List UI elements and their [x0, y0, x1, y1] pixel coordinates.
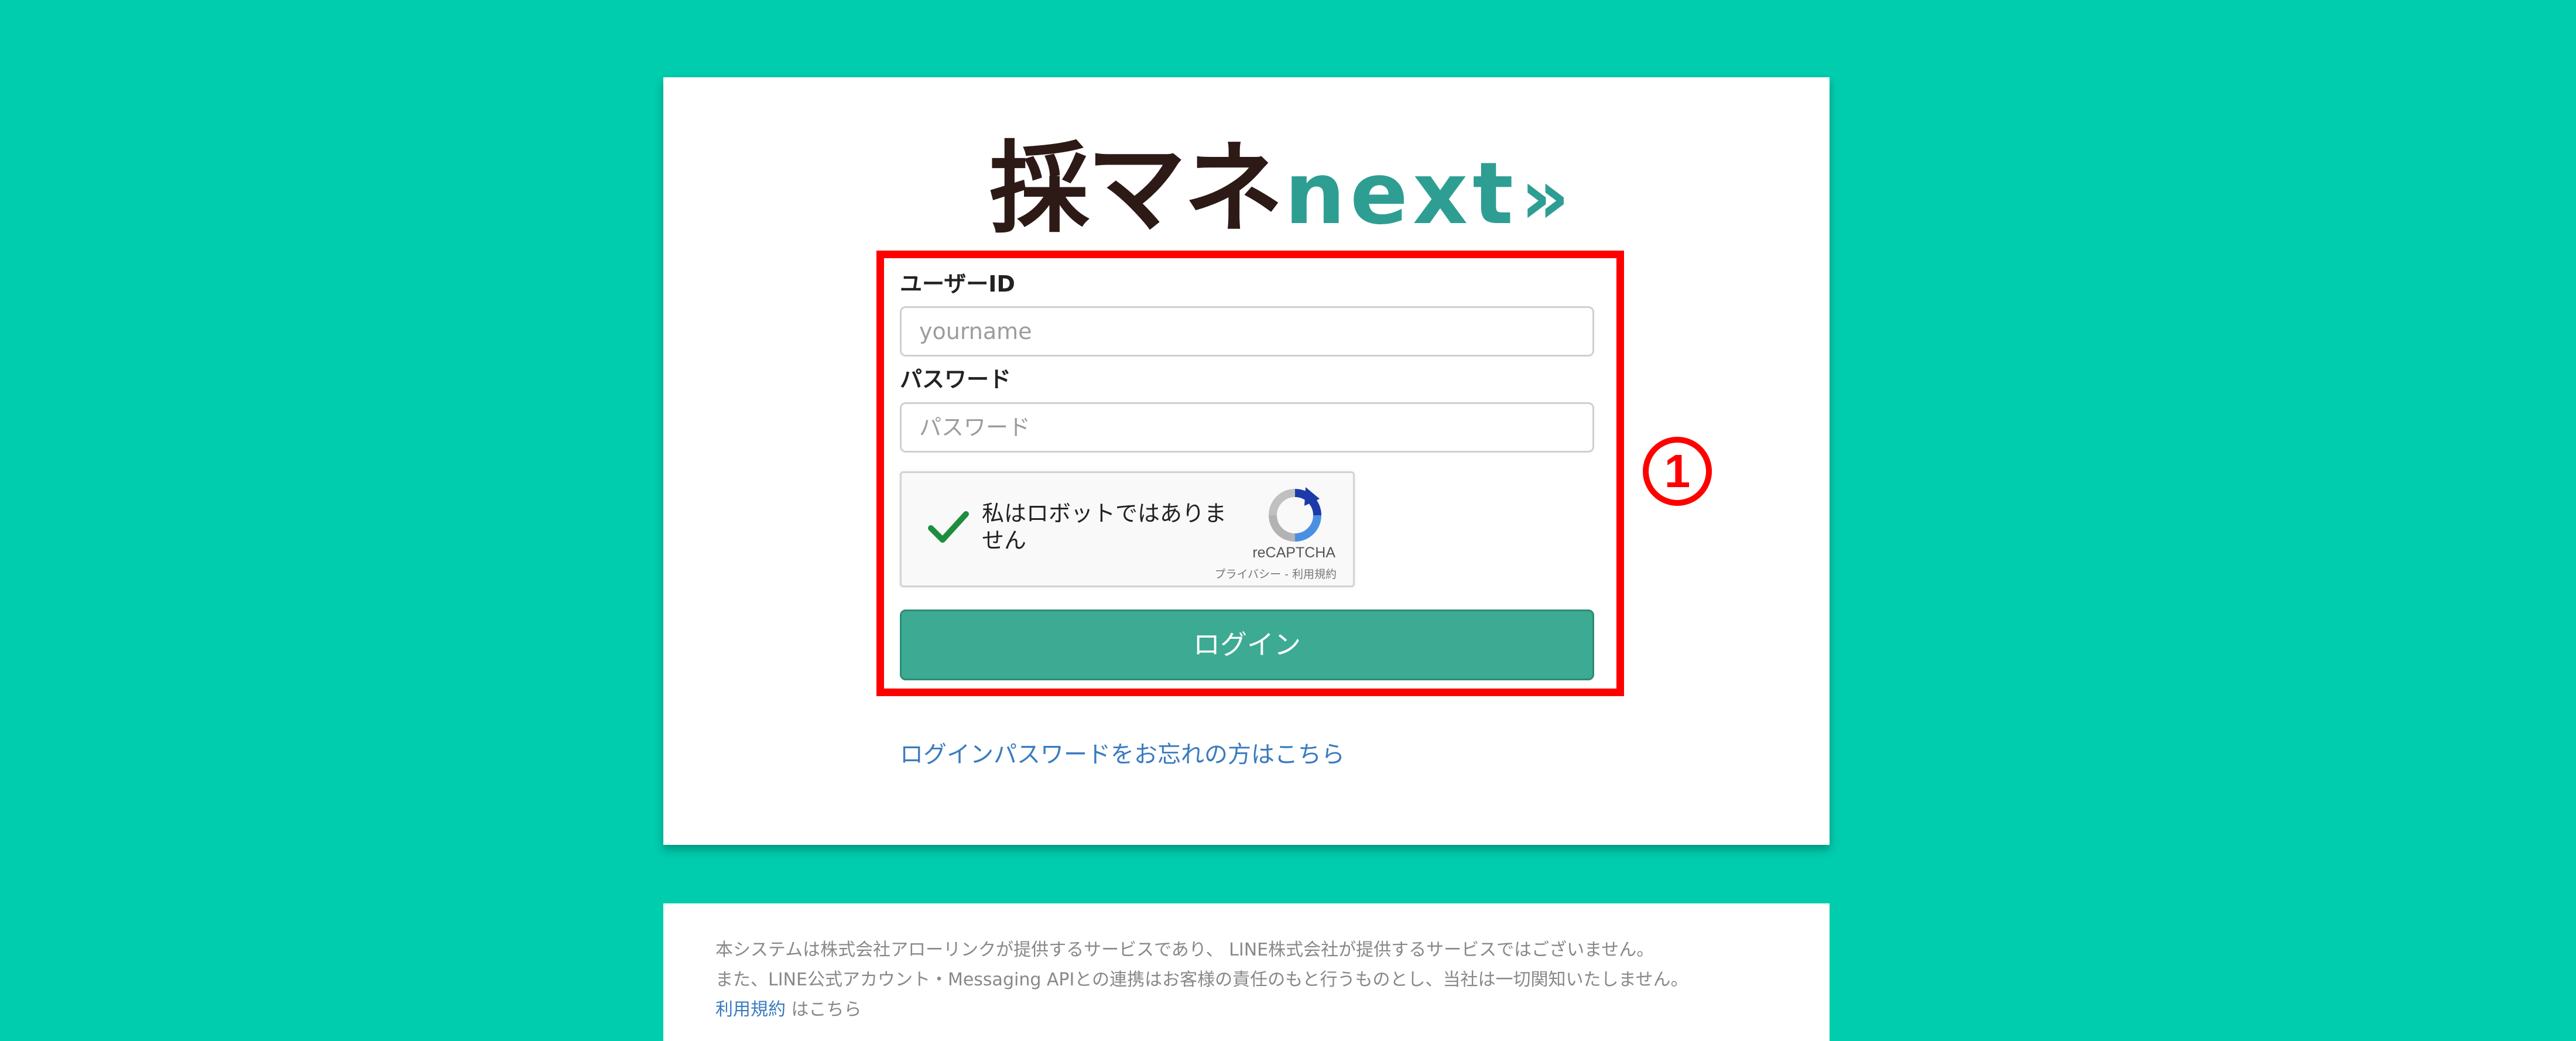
check-icon[interactable] [925, 504, 972, 550]
recaptcha-widget[interactable]: 私はロボットではありません reCAPTCHA プライバシー - 利用規約 [900, 471, 1355, 587]
logo-arrows-icon: » [1520, 152, 1570, 241]
logo-japanese-text: 採マネ [989, 131, 1283, 247]
userid-input[interactable] [900, 306, 1594, 357]
footer-disclaimer-line-2: また、LINE公式アカウント・Messaging APIとの連携はお客様の責任の… [715, 970, 1688, 990]
logo-next-text: next [1284, 144, 1518, 244]
password-input[interactable] [900, 402, 1594, 453]
footer-terms-line: 利用規約 はこちら [715, 995, 862, 1021]
recaptcha-terms-links[interactable]: プライバシー - 利用規約 [1214, 566, 1337, 581]
password-label: パスワード [900, 367, 1012, 392]
annotation-number-badge: 1 [1643, 437, 1712, 506]
userid-label: ユーザーID [900, 271, 1015, 297]
terms-suffix: はこちら [791, 999, 862, 1020]
recaptcha-brand: reCAPTCHA [1252, 545, 1335, 561]
forgot-password-link[interactable]: ログインパスワードをお忘れの方はこちら [900, 735, 1345, 769]
terms-link[interactable]: 利用規約 [715, 999, 786, 1020]
logo: 採マネnext» [989, 139, 1570, 241]
recaptcha-label: 私はロボットではありません [982, 501, 1227, 553]
footer-disclaimer-line-1: 本システムは株式会社アローリンクが提供するサービスであり、 LINE株式会社が提… [715, 940, 1654, 960]
recaptcha-logo-icon [1269, 487, 1321, 542]
login-button[interactable]: ログイン [900, 609, 1594, 680]
